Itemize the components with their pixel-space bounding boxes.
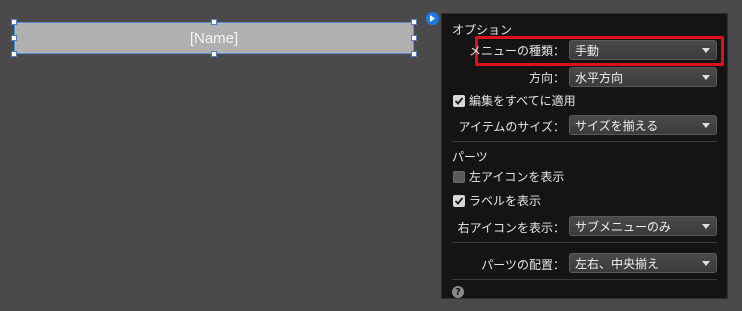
divider (452, 242, 717, 243)
resize-handle-bottom-left[interactable] (11, 51, 17, 57)
show-left-icon-checkbox[interactable] (453, 170, 465, 183)
checkmark-icon (454, 96, 464, 105)
chevron-down-icon (702, 123, 710, 128)
resize-handle-bottom-right[interactable] (411, 51, 417, 57)
apply-edits-checkbox-row[interactable]: 編集をすべてに適用 (453, 92, 576, 109)
options-popover: オプション メニューの種類： 手動 方向： 水平方向 編集をすべてに適用 アイテ… (441, 13, 728, 299)
right-icon-label: 右アイコンを表示： (457, 221, 565, 235)
show-label-checkbox[interactable] (453, 194, 465, 207)
divider (452, 141, 717, 142)
resize-handle-top-right[interactable] (411, 19, 417, 25)
show-label-label: ラベルを表示 (469, 194, 542, 208)
parts-section-title: パーツ (452, 150, 488, 164)
show-left-icon-label: 左アイコンを表示 (469, 170, 565, 184)
chevron-down-icon (702, 75, 710, 80)
menu-type-value: 手動 (575, 43, 600, 58)
item-size-label: アイテムのサイズ： (458, 120, 565, 134)
menu-type-select[interactable]: 手動 (569, 40, 717, 60)
play-arrow-icon[interactable] (426, 12, 439, 25)
help-icon[interactable]: ? (452, 286, 464, 298)
direction-label: 方向： (528, 71, 565, 85)
resize-handle-middle-right[interactable] (411, 35, 417, 41)
resize-handle-bottom-center[interactable] (211, 51, 217, 57)
object-name-label: [Name] (189, 29, 239, 47)
item-size-select[interactable]: サイズを揃える (569, 115, 717, 135)
resize-handle-top-left[interactable] (11, 19, 17, 25)
apply-edits-checkbox[interactable] (453, 94, 465, 107)
direction-select[interactable]: 水平方向 (569, 67, 717, 87)
right-icon-select[interactable]: サブメニューのみ (569, 216, 717, 236)
parts-layout-select[interactable]: 左右、中央揃え (569, 253, 717, 273)
show-left-icon-checkbox-row[interactable]: 左アイコンを表示 (453, 168, 564, 185)
chevron-down-icon (702, 261, 710, 266)
parts-layout-value: 左右、中央揃え (575, 256, 660, 271)
apply-edits-label: 編集をすべてに適用 (469, 94, 576, 108)
chevron-down-icon (702, 48, 710, 53)
right-icon-value: サブメニューのみ (575, 219, 672, 234)
divider (452, 279, 717, 280)
checkmark-icon (454, 196, 464, 205)
resize-handle-middle-left[interactable] (11, 35, 17, 41)
show-label-checkbox-row[interactable]: ラベルを表示 (453, 192, 541, 209)
resize-handle-top-center[interactable] (211, 19, 217, 25)
direction-value: 水平方向 (575, 70, 624, 85)
chevron-down-icon (702, 224, 710, 229)
button-bar-object[interactable]: [Name] (14, 22, 414, 54)
parts-layout-label: パーツの配置： (481, 258, 565, 272)
item-size-value: サイズを揃える (575, 118, 659, 133)
menu-type-label: メニューの種類： (468, 44, 565, 58)
